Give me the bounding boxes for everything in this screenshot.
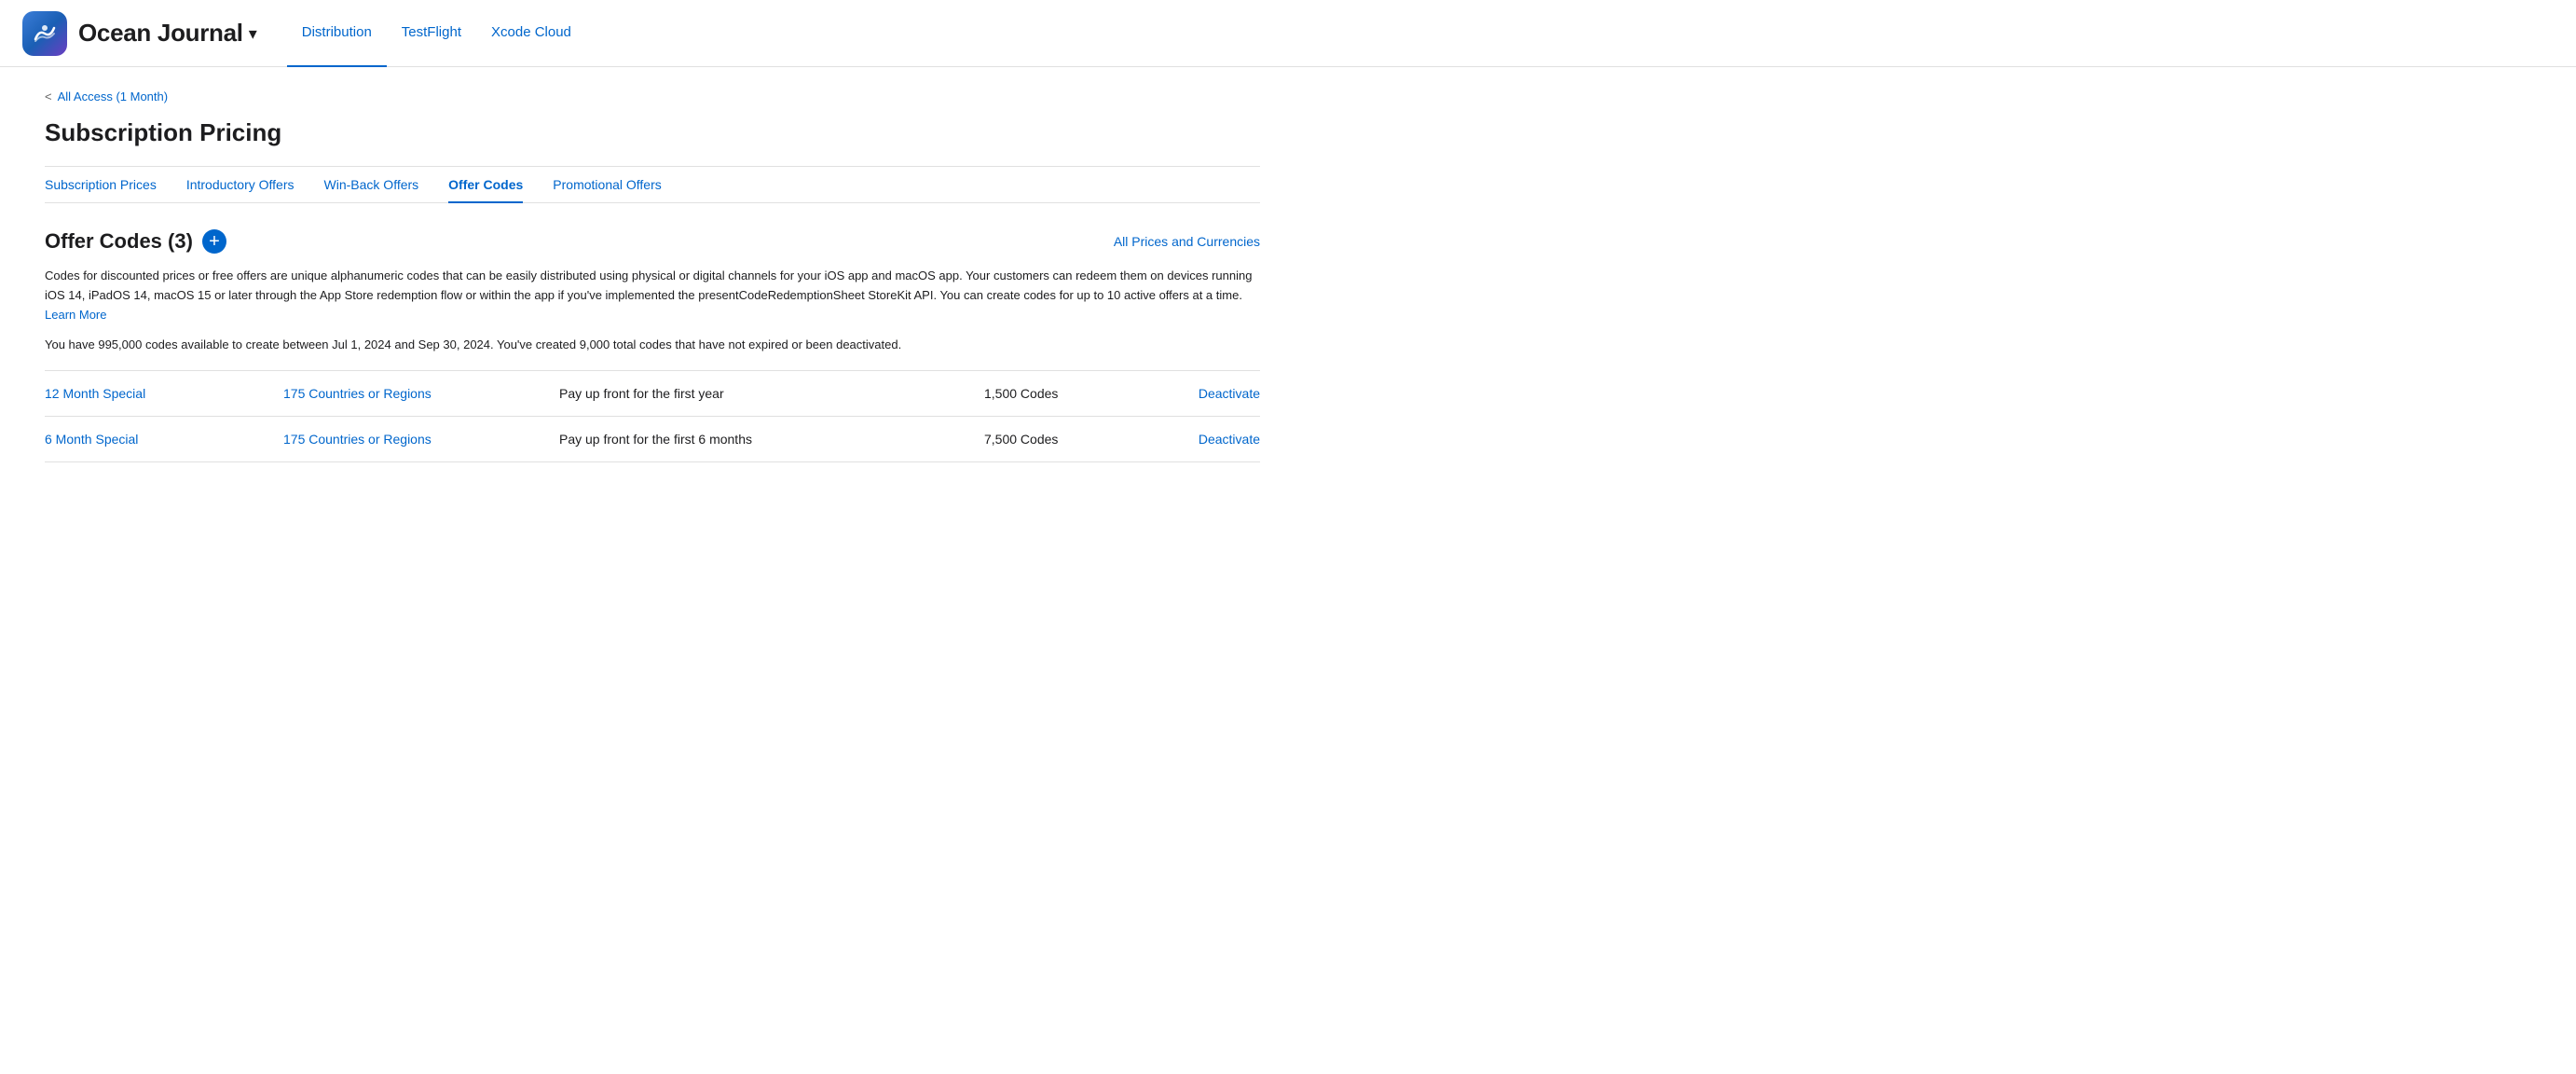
app-header: Ocean Journal ▾ Distribution TestFlight … xyxy=(0,0,2576,67)
breadcrumb-chevron-icon: < xyxy=(45,90,52,103)
learn-more-link[interactable]: Learn More xyxy=(45,308,106,322)
sub-tab-promotional-offers[interactable]: Promotional Offers xyxy=(553,168,661,203)
offer-description-0: Pay up front for the first year xyxy=(559,386,969,401)
app-name-row[interactable]: Ocean Journal ▾ xyxy=(78,19,257,48)
app-identity: Ocean Journal ▾ xyxy=(22,11,257,56)
add-offer-button[interactable]: + xyxy=(202,229,226,254)
offer-row: 6 Month Special 175 Countries or Regions… xyxy=(45,417,1260,462)
section-title-row: Offer Codes (3) + xyxy=(45,229,226,254)
offer-codes-0: 1,500 Codes xyxy=(984,386,1133,401)
availability-text: You have 995,000 codes available to crea… xyxy=(45,337,1260,351)
breadcrumb: < All Access (1 Month) xyxy=(45,90,1260,103)
app-name: Ocean Journal xyxy=(78,19,243,48)
app-name-chevron-icon: ▾ xyxy=(249,24,257,44)
sub-tab-subscription-prices[interactable]: Subscription Prices xyxy=(45,168,157,203)
offer-codes-1: 7,500 Codes xyxy=(984,432,1133,447)
app-icon xyxy=(22,11,67,56)
offer-regions-1[interactable]: 175 Countries or Regions xyxy=(283,432,544,447)
offer-row: 12 Month Special 175 Countries or Region… xyxy=(45,371,1260,417)
offer-name-0[interactable]: 12 Month Special xyxy=(45,386,268,401)
deactivate-button-0[interactable]: Deactivate xyxy=(1148,386,1260,401)
nav-tab-distribution[interactable]: Distribution xyxy=(287,0,387,67)
page-title: Subscription Pricing xyxy=(45,118,1260,147)
main-nav: Distribution TestFlight Xcode Cloud xyxy=(287,0,586,66)
sub-tab-offer-codes[interactable]: Offer Codes xyxy=(448,168,523,203)
section-title: Offer Codes (3) xyxy=(45,229,193,254)
offer-regions-0[interactable]: 175 Countries or Regions xyxy=(283,386,544,401)
offer-name-1[interactable]: 6 Month Special xyxy=(45,432,268,447)
all-prices-link[interactable]: All Prices and Currencies xyxy=(1114,234,1260,249)
breadcrumb-link[interactable]: All Access (1 Month) xyxy=(58,90,169,103)
nav-tab-xcode-cloud[interactable]: Xcode Cloud xyxy=(476,0,586,67)
deactivate-button-1[interactable]: Deactivate xyxy=(1148,432,1260,447)
sub-tab-win-back-offers[interactable]: Win-Back Offers xyxy=(324,168,419,203)
section-header: Offer Codes (3) + All Prices and Currenc… xyxy=(45,229,1260,254)
nav-tab-testflight[interactable]: TestFlight xyxy=(387,0,476,67)
main-content: < All Access (1 Month) Subscription Pric… xyxy=(0,67,1305,485)
offer-description-1: Pay up front for the first 6 months xyxy=(559,432,969,447)
sub-tab-introductory-offers[interactable]: Introductory Offers xyxy=(186,168,295,203)
sub-nav: Subscription Prices Introductory Offers … xyxy=(45,167,1260,203)
section-description: Codes for discounted prices or free offe… xyxy=(45,267,1256,324)
